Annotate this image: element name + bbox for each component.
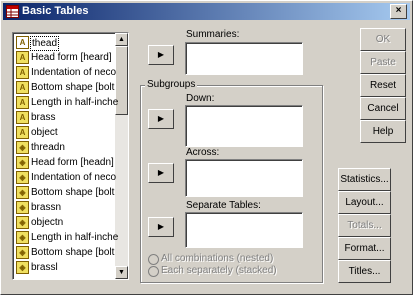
separate-tables-label: Separate Tables: — [186, 200, 261, 211]
move-to-summaries-button[interactable]: ▶ — [148, 45, 174, 65]
cancel-button[interactable]: Cancel — [360, 97, 406, 120]
list-item[interactable]: ◈ brassl — [16, 261, 116, 274]
list-item[interactable]: Aobject — [16, 126, 116, 139]
totals-button[interactable]: Totals... — [338, 214, 391, 237]
move-to-down-button[interactable]: ▶ — [148, 109, 174, 129]
list-item-label: Head form [headn] — [31, 157, 114, 168]
list-item-label: objectn — [31, 217, 64, 228]
nominal-icon: ◈ — [16, 216, 29, 229]
nominal-icon: ◈ — [16, 171, 29, 184]
list-item-label: Indentation of neco — [31, 172, 117, 183]
list-item[interactable]: ◈ Length in half-inche — [16, 231, 119, 244]
list-item[interactable]: Athead — [16, 36, 116, 51]
ruler-icon: A — [16, 96, 29, 109]
list-item[interactable]: ◈ threadn — [16, 141, 116, 154]
list-item-label: threadn — [31, 142, 65, 153]
statistics-button[interactable]: Statistics... — [338, 168, 391, 191]
list-item[interactable]: ◈ Head form [headn] — [16, 156, 116, 169]
list-item-label: thead — [30, 36, 60, 51]
radio-each-separately[interactable] — [148, 266, 159, 277]
radio-all-combinations-label: All combinations (nested) — [161, 253, 274, 264]
list-item[interactable]: Abrass — [16, 111, 116, 124]
basic-tables-dialog: Basic Tables × ▲ ▼ Athead A Head form [hea… — [0, 0, 413, 295]
nominal-icon: ◈ — [16, 231, 29, 244]
title-bar[interactable]: Basic Tables × — [3, 3, 410, 20]
list-item[interactable]: A Head form [heard] — [16, 51, 116, 64]
table-app-icon — [6, 5, 19, 18]
scroll-up-icon[interactable]: ▲ — [115, 33, 128, 46]
list-item[interactable]: A Indentation of neco — [16, 66, 116, 79]
ruler-icon: A — [16, 111, 29, 124]
nominal-icon: ◈ — [16, 246, 29, 259]
radio-all-combinations[interactable] — [148, 254, 159, 265]
across-label: Across: — [186, 147, 220, 158]
list-item-label: Head form [heard] — [31, 52, 112, 63]
format-button[interactable]: Format... — [338, 237, 391, 260]
list-item-label: Indentation of neco — [31, 67, 117, 78]
nominal-icon: ◈ — [16, 201, 29, 214]
list-item[interactable]: ◈ objectn — [16, 216, 116, 229]
variable-list[interactable]: ▲ ▼ Athead A Head form [heard] A Indentation… — [12, 32, 129, 280]
list-item[interactable]: ◈ Bottom shape [bolt — [16, 186, 116, 199]
subgroups-title: Subgroups — [145, 78, 198, 91]
layout-button[interactable]: Layout... — [338, 191, 391, 214]
ruler-icon: A — [16, 126, 29, 139]
list-item-label: Bottom shape [bolt — [31, 247, 115, 258]
down-field[interactable] — [185, 105, 303, 147]
list-item-label: brass — [31, 112, 56, 123]
radio-each-separately-label: Each separately (stacked) — [161, 265, 277, 276]
list-item-label: brassn — [31, 202, 62, 213]
summaries-field[interactable] — [185, 42, 303, 75]
list-item[interactable]: ◈ Indentation of neco — [16, 171, 116, 184]
titles-button[interactable]: Titles... — [338, 260, 391, 283]
nominal-icon: ◈ — [16, 261, 29, 274]
across-field[interactable] — [185, 159, 303, 197]
summaries-label: Summaries: — [186, 29, 240, 40]
nominal-icon: ◈ — [16, 186, 29, 199]
nominal-icon: ◈ — [16, 156, 29, 169]
reset-button[interactable]: Reset — [360, 74, 406, 97]
move-to-across-button[interactable]: ▶ — [148, 163, 174, 183]
list-item[interactable]: ◈ brassn — [16, 201, 116, 214]
list-item[interactable]: A Bottom shape [bolt — [16, 81, 116, 94]
list-item[interactable]: A Length in half-inche — [16, 96, 119, 109]
ruler-icon: A — [16, 51, 29, 64]
window-title: Basic Tables — [22, 5, 89, 17]
help-button[interactable]: Help — [360, 120, 406, 143]
nominal-icon: ◈ — [16, 141, 29, 154]
move-to-separate-tables-button[interactable]: ▶ — [148, 217, 174, 237]
list-item-label: Bottom shape [bolt — [31, 187, 115, 198]
list-item-label: object — [31, 127, 58, 138]
list-item-label: Length in half-inche — [31, 232, 119, 243]
list-item[interactable]: ◈ Bottom shape [bolt — [16, 246, 116, 259]
list-item-label: Length in half-inche — [31, 97, 119, 108]
ruler-icon: A — [16, 36, 29, 49]
down-label: Down: — [186, 93, 215, 104]
ok-button[interactable]: OK — [360, 28, 406, 51]
ruler-icon: A — [16, 66, 29, 79]
separate-tables-field[interactable] — [185, 212, 303, 248]
scroll-down-icon[interactable]: ▼ — [115, 266, 128, 279]
list-item-label: brassl — [31, 262, 58, 273]
list-item-label: Bottom shape [bolt — [31, 82, 115, 93]
close-button[interactable]: × — [390, 4, 407, 19]
paste-button[interactable]: Paste — [360, 51, 406, 74]
ruler-icon: A — [16, 81, 29, 94]
